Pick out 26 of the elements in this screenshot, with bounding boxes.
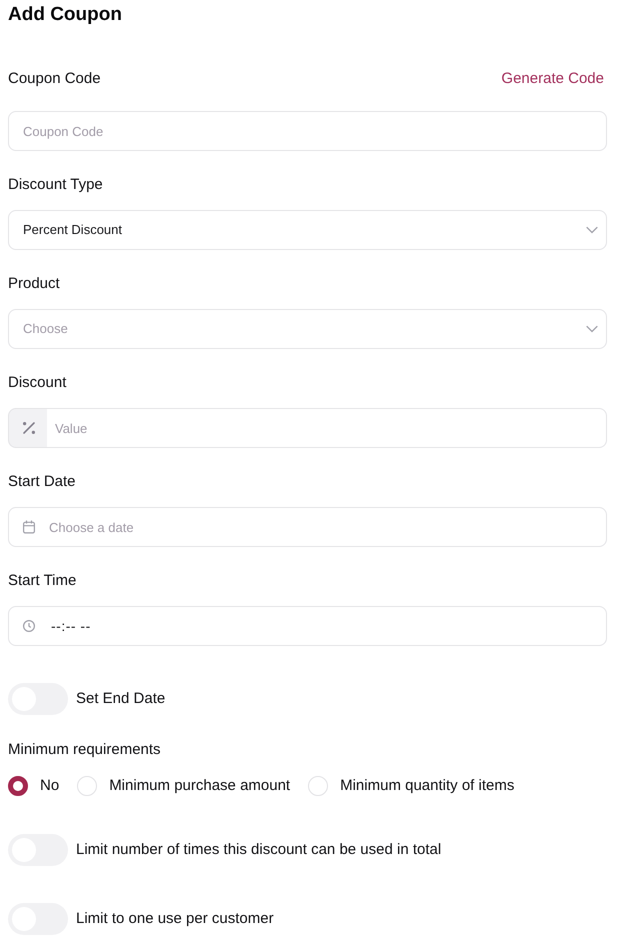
radio-label[interactable]: Minimum purchase amount bbox=[109, 776, 290, 796]
page-title: Add Coupon bbox=[8, 3, 123, 27]
text-field[interactable]: Coupon Code bbox=[8, 111, 607, 151]
field-label: Discount bbox=[8, 373, 66, 393]
field-label: Product bbox=[8, 274, 60, 294]
toggle-label[interactable]: Limit to one use per customer bbox=[76, 908, 274, 930]
radio-label[interactable]: No bbox=[40, 776, 60, 796]
dropdown-field[interactable]: Percent Discount bbox=[8, 210, 607, 250]
field-label: Start Date bbox=[8, 472, 76, 492]
chevron-down-icon bbox=[586, 326, 598, 332]
value-field[interactable]: Value bbox=[47, 408, 607, 448]
field-label: Coupon Code bbox=[8, 69, 101, 89]
generate-code-link[interactable]: Generate Code bbox=[501, 68, 604, 90]
date-field[interactable]: Choose a date bbox=[8, 507, 607, 547]
percent-icon bbox=[22, 421, 36, 435]
toggle-label[interactable]: Set End Date bbox=[76, 688, 166, 710]
toggle-label[interactable]: Limit number of times this discount can be used in total bbox=[76, 839, 442, 861]
radio-button[interactable] bbox=[8, 776, 28, 796]
calendar-icon bbox=[23, 520, 35, 534]
group-label: Minimum requirements bbox=[8, 740, 162, 760]
field-label: Discount Type bbox=[8, 175, 103, 195]
clock-icon bbox=[23, 620, 35, 632]
time-field[interactable]: --:-- -- bbox=[8, 606, 607, 646]
radio-label[interactable]: Minimum quantity of items bbox=[340, 776, 514, 796]
chevron-down-icon bbox=[586, 226, 598, 234]
field-label: Start Time bbox=[8, 571, 76, 591]
